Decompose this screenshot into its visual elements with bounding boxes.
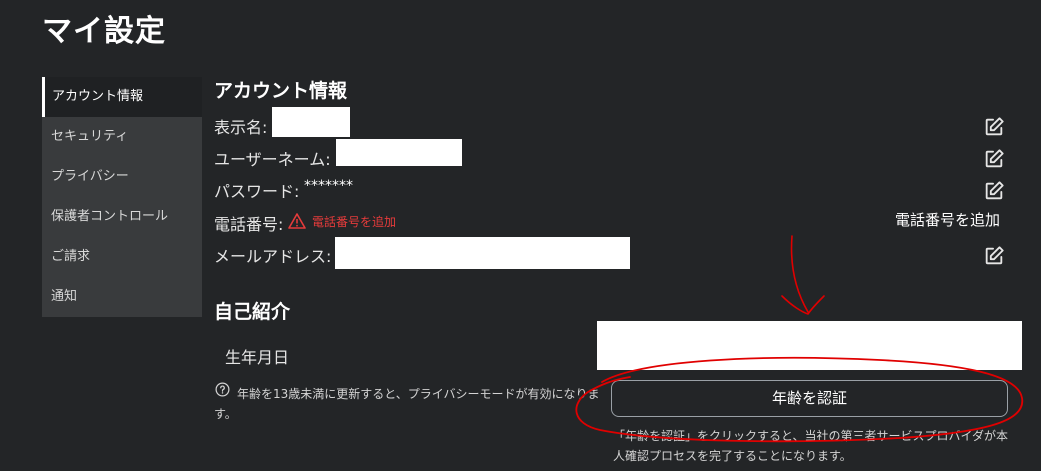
annotation-arrow xyxy=(781,235,825,315)
red-annotation-overlay xyxy=(575,235,1024,443)
annotation-ellipse xyxy=(575,356,1024,443)
